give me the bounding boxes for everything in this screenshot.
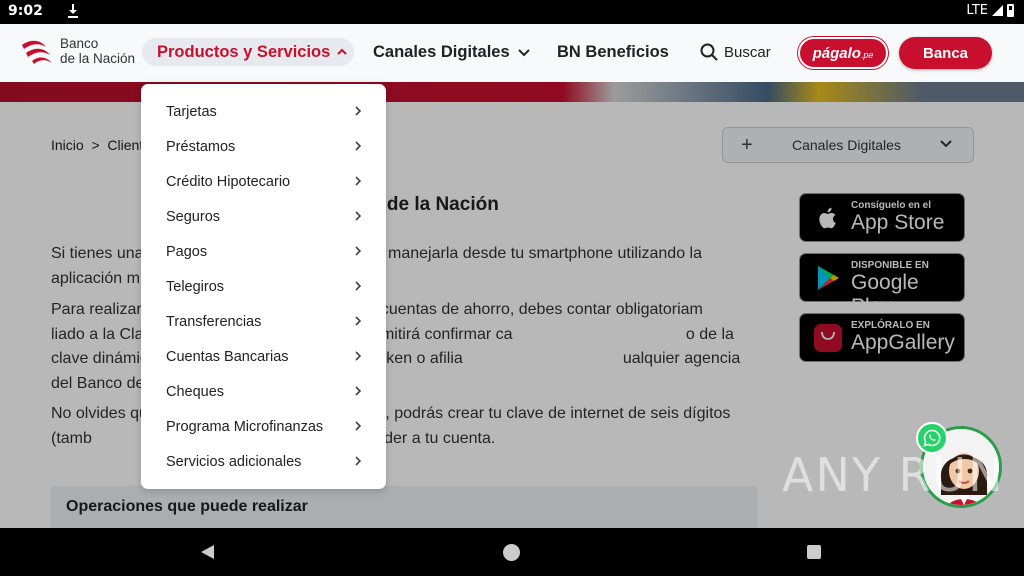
search-icon	[700, 43, 718, 61]
nav-productos-label: Productos y Servicios	[157, 42, 331, 61]
chevron-right-icon	[355, 456, 362, 466]
banca-label: Banca	[922, 44, 969, 62]
chevron-right-icon	[355, 211, 362, 221]
chevron-right-icon	[355, 351, 362, 361]
chevron-right-icon	[355, 316, 362, 326]
menu-item-credito-hipotecario[interactable]: Crédito Hipotecario	[141, 164, 386, 199]
recents-icon[interactable]	[807, 545, 821, 559]
nav-productos-servicios[interactable]: Productos y Servicios	[142, 38, 354, 66]
home-icon[interactable]	[503, 544, 520, 561]
menu-item-tarjetas[interactable]: Tarjetas	[141, 94, 386, 129]
status-bar: 9:02 LTE	[0, 0, 1024, 24]
nav-canales-digitales[interactable]: Canales Digitales	[373, 38, 531, 66]
chevron-right-icon	[355, 246, 362, 256]
menu-item-cheques[interactable]: Cheques	[141, 374, 386, 409]
menu-item-servicios-adicionales[interactable]: Servicios adicionales	[141, 444, 386, 479]
menu-item-telegiros[interactable]: Telegiros	[141, 269, 386, 304]
pagalo-suffix: .pe	[860, 50, 874, 60]
menu-item-prestamos[interactable]: Préstamos	[141, 129, 386, 164]
anyrun-watermark: ANY RUN	[782, 448, 1005, 502]
search-button[interactable]: Buscar	[700, 38, 771, 66]
nav-canales-label: Canales Digitales	[373, 42, 510, 61]
network-type: LTE	[966, 3, 988, 18]
battery-icon	[1007, 4, 1014, 17]
bank-logo[interactable]: Banco de la Nación	[20, 36, 135, 66]
chevron-up-icon	[337, 48, 348, 55]
menu-item-seguros[interactable]: Seguros	[141, 199, 386, 234]
bank-logo-icon	[22, 40, 52, 64]
chevron-right-icon	[355, 386, 362, 396]
whatsapp-glyph-icon	[923, 429, 941, 447]
pagalo-button[interactable]: págalo .pe	[798, 37, 888, 69]
chevron-down-icon	[517, 49, 530, 57]
nav-beneficios-label: BN Beneficios	[557, 42, 669, 61]
banca-button[interactable]: Banca	[899, 37, 992, 69]
chevron-right-icon	[355, 106, 362, 116]
download-notification-icon	[68, 4, 78, 18]
menu-item-pagos[interactable]: Pagos	[141, 234, 386, 269]
pagalo-label: págalo	[812, 44, 861, 62]
menu-item-programa-microfinanzas[interactable]: Programa Microfinanzas	[141, 409, 386, 444]
logo-line-1: Banco	[60, 36, 99, 51]
search-label: Buscar	[724, 43, 771, 61]
android-navigation-bar	[0, 528, 1024, 576]
back-icon[interactable]	[201, 545, 214, 559]
signal-icon	[992, 5, 1003, 16]
status-icons: LTE	[966, 3, 1014, 18]
site-header: Banco de la Nación Productos y Servicios…	[0, 24, 1024, 82]
clock: 9:02	[8, 3, 43, 19]
chevron-right-icon	[355, 281, 362, 291]
nav-bn-beneficios[interactable]: BN Beneficios	[557, 38, 669, 66]
chevron-right-icon	[355, 141, 362, 151]
chevron-right-icon	[355, 176, 362, 186]
logo-line-2: de la Nación	[60, 51, 136, 66]
productos-servicios-menu: Tarjetas Préstamos Crédito Hipotecario S…	[141, 84, 386, 489]
chevron-right-icon	[355, 421, 362, 431]
menu-item-transferencias[interactable]: Transferencias	[141, 304, 386, 339]
menu-item-cuentas-bancarias[interactable]: Cuentas Bancarias	[141, 339, 386, 374]
